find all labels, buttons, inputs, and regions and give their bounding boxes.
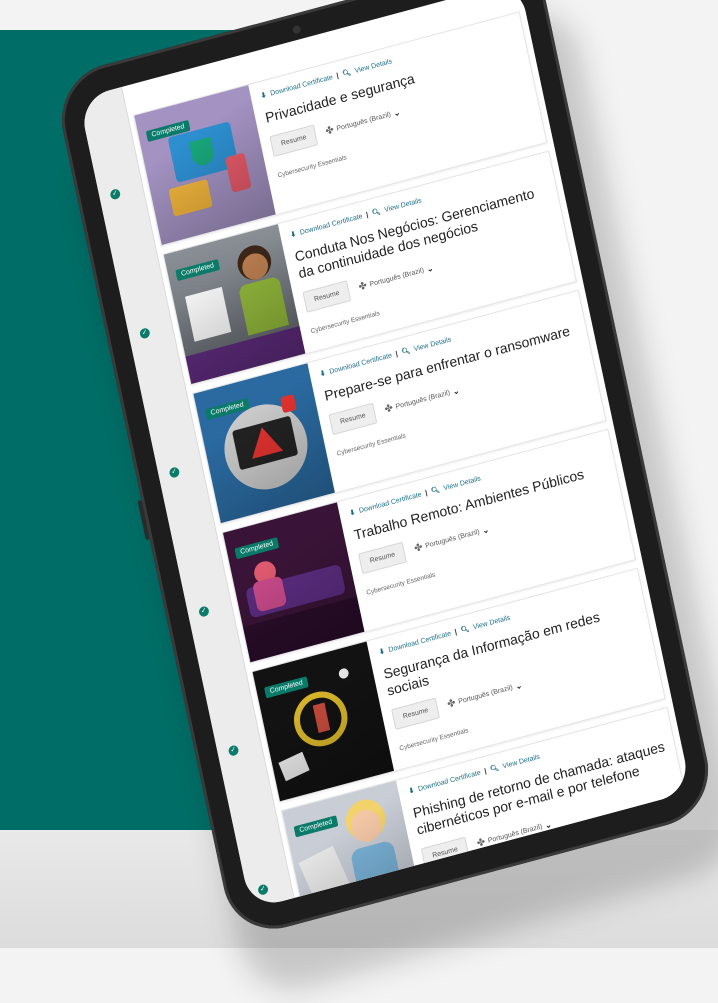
language-label: Português (Brazil) bbox=[369, 267, 425, 289]
course-thumbnail[interactable]: Completed bbox=[252, 641, 395, 802]
course-list: ✓ Completed ⬇ Download Certificate | 🔍︎ bbox=[109, 11, 692, 910]
course-thumbnail[interactable]: Completed bbox=[134, 85, 276, 245]
language-selector[interactable]: ✤ Português (Brazil) ⌄ bbox=[325, 107, 402, 138]
language-selector[interactable]: ✤ Português (Brazil) ⌄ bbox=[358, 263, 435, 294]
resume-button[interactable]: Resume bbox=[269, 124, 319, 157]
language-selector[interactable]: ✤ Português (Brazil) ⌄ bbox=[476, 819, 553, 850]
camera-icon bbox=[292, 24, 302, 35]
download-icon: ⬇ bbox=[289, 230, 297, 240]
globe-icon: ✤ bbox=[475, 836, 487, 850]
view-details-link[interactable]: View Details bbox=[354, 58, 393, 75]
search-icon: 🔍︎ bbox=[460, 625, 471, 635]
download-icon: ⬇ bbox=[378, 648, 386, 657]
completed-badge: Completed bbox=[293, 815, 339, 838]
link-separator: | bbox=[454, 628, 458, 636]
language-label: Português (Brazil) bbox=[487, 823, 543, 845]
globe-icon: ✤ bbox=[446, 697, 457, 711]
resume-button[interactable]: Resume bbox=[420, 836, 470, 870]
resume-button[interactable]: Resume bbox=[391, 697, 441, 730]
search-icon: 🔍︎ bbox=[430, 486, 441, 496]
search-icon: 🔍︎ bbox=[489, 764, 500, 774]
language-selector[interactable]: ✤ Português (Brazil) ⌄ bbox=[413, 524, 490, 555]
resume-button[interactable]: Resume bbox=[358, 541, 407, 575]
resume-button[interactable]: Resume bbox=[328, 402, 378, 436]
link-separator: | bbox=[424, 489, 428, 497]
link-separator: | bbox=[365, 211, 369, 219]
link-separator: | bbox=[335, 72, 340, 80]
search-icon: 🔍︎ bbox=[400, 347, 411, 357]
download-icon: ⬇ bbox=[408, 787, 416, 796]
completed-badge: Completed bbox=[234, 537, 280, 560]
chevron-down-icon: ⌄ bbox=[392, 107, 402, 119]
chevron-down-icon: ⌄ bbox=[544, 819, 553, 831]
globe-icon: ✤ bbox=[383, 402, 395, 416]
view-details-link[interactable]: View Details bbox=[413, 336, 452, 353]
link-separator: | bbox=[483, 767, 488, 775]
folder-shape bbox=[168, 179, 213, 217]
language-label: Português (Brazil) bbox=[457, 684, 514, 706]
link-separator: | bbox=[395, 350, 399, 358]
thumbnail-shade bbox=[282, 780, 424, 910]
download-icon: ⬇ bbox=[260, 91, 268, 101]
completed-badge: Completed bbox=[264, 676, 309, 699]
course-body: ⬇ Download Certificate | 🔍︎ View Details… bbox=[260, 25, 530, 180]
envelope-shape bbox=[298, 845, 353, 909]
course-thumbnail[interactable]: Completed bbox=[222, 502, 365, 663]
chevron-down-icon: ⌄ bbox=[451, 385, 461, 397]
chevron-down-icon: ⌄ bbox=[481, 525, 490, 536]
course-thumbnail[interactable]: Completed bbox=[282, 780, 424, 910]
photo-shape bbox=[278, 751, 310, 782]
language-selector[interactable]: ✤ Português (Brazil) ⌄ bbox=[384, 385, 461, 416]
view-details-link[interactable]: View Details bbox=[472, 614, 511, 631]
globe-icon: ✤ bbox=[324, 124, 335, 138]
phone-shape bbox=[224, 152, 252, 193]
download-icon: ⬇ bbox=[348, 509, 357, 518]
spark-shape bbox=[337, 667, 350, 680]
globe-icon: ✤ bbox=[357, 280, 369, 294]
lock-icon bbox=[279, 393, 297, 414]
search-icon: 🔍︎ bbox=[371, 208, 382, 218]
course-thumbnail[interactable]: Completed bbox=[193, 363, 335, 524]
download-icon: ⬇ bbox=[319, 369, 327, 379]
search-icon: 🔍︎ bbox=[341, 69, 352, 79]
language-label: Português (Brazil) bbox=[395, 389, 451, 411]
chevron-down-icon: ⌄ bbox=[514, 680, 523, 692]
language-label: Português (Brazil) bbox=[336, 111, 392, 133]
view-details-link[interactable]: View Details bbox=[384, 197, 423, 214]
globe-icon: ✤ bbox=[413, 541, 424, 555]
course-thumbnail[interactable]: Completed bbox=[163, 224, 306, 385]
chevron-down-icon: ⌄ bbox=[425, 263, 435, 275]
language-selector[interactable]: ✤ Português (Brazil) ⌄ bbox=[446, 680, 523, 711]
language-label: Português (Brazil) bbox=[424, 528, 481, 550]
view-details-link[interactable]: View Details bbox=[502, 753, 541, 770]
view-details-link[interactable]: View Details bbox=[443, 475, 482, 492]
resume-button[interactable]: Resume bbox=[302, 280, 352, 313]
